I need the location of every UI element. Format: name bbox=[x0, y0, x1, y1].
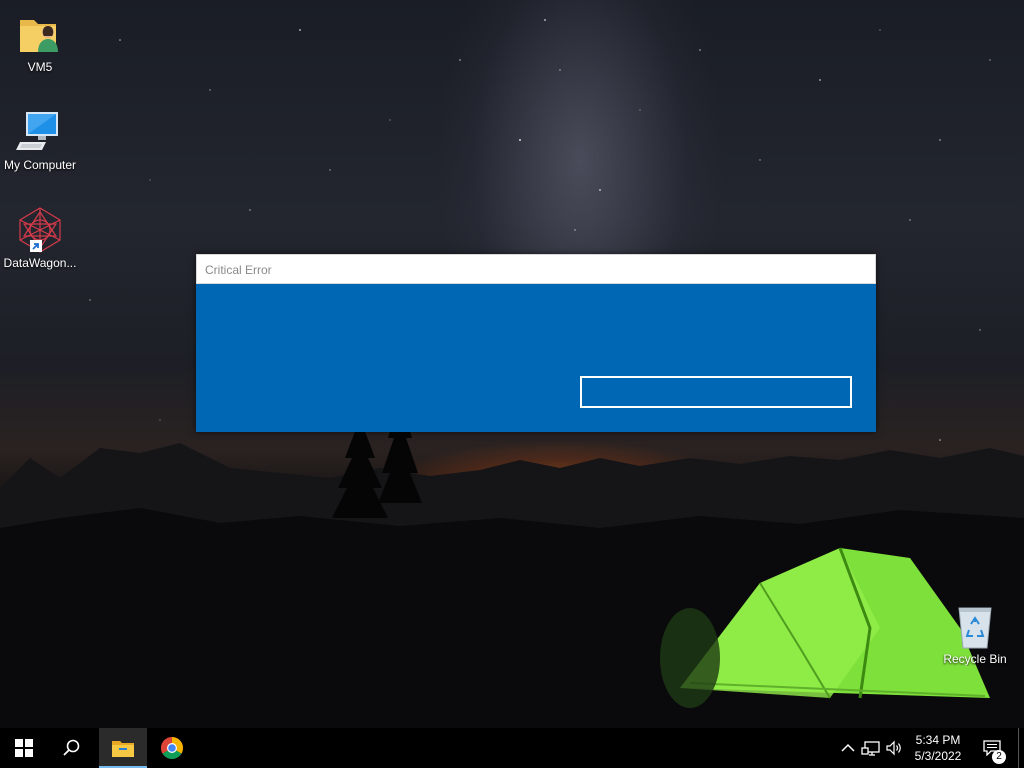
clock-time: 5:34 PM bbox=[915, 733, 961, 747]
desktop-icon-label: My Computer bbox=[3, 158, 77, 172]
desktop-icon-my-computer[interactable]: My Computer bbox=[0, 108, 80, 172]
network-icon[interactable] bbox=[861, 738, 881, 758]
taskbar-chrome[interactable] bbox=[148, 728, 196, 768]
volume-icon[interactable] bbox=[884, 738, 904, 758]
datawagon-shortcut-icon bbox=[19, 207, 61, 253]
search-button[interactable] bbox=[48, 728, 96, 768]
desktop-icon-label: DataWagon... bbox=[3, 256, 77, 270]
recycle-bin-icon bbox=[958, 607, 992, 649]
start-button[interactable] bbox=[0, 728, 48, 768]
computer-icon bbox=[16, 112, 58, 150]
desktop-icon-datawagon[interactable]: DataWagon... bbox=[0, 206, 80, 270]
taskbar-clock[interactable]: 5:34 PM 5/3/2022 bbox=[904, 732, 972, 764]
notification-count-badge: 2 bbox=[992, 750, 1006, 764]
desktop-icon-recycle-bin[interactable]: Recycle Bin bbox=[935, 602, 1015, 666]
critical-error-dialog: Critical Error bbox=[196, 254, 876, 432]
search-icon bbox=[63, 739, 80, 756]
desktop-icon-label: Recycle Bin bbox=[943, 652, 1007, 666]
dialog-title: Critical Error bbox=[196, 254, 876, 284]
file-explorer-icon bbox=[112, 741, 134, 757]
wallpaper-landscape bbox=[0, 398, 1024, 728]
user-folder-icon bbox=[20, 20, 58, 52]
taskbar-file-explorer[interactable] bbox=[99, 728, 147, 768]
chevron-up-icon[interactable] bbox=[838, 738, 858, 758]
show-desktop-button[interactable] bbox=[1018, 728, 1024, 768]
taskbar: 5:34 PM 5/3/2022 2 bbox=[0, 728, 1024, 768]
desktop-icon-label: VM5 bbox=[27, 60, 53, 74]
desktop-icon-vm5[interactable]: VM5 bbox=[0, 10, 80, 74]
windows-logo-icon bbox=[15, 739, 33, 757]
chrome-icon bbox=[161, 737, 183, 759]
dialog-action-button[interactable] bbox=[580, 376, 852, 408]
dialog-body bbox=[196, 284, 876, 432]
clock-date: 5/3/2022 bbox=[914, 749, 962, 763]
